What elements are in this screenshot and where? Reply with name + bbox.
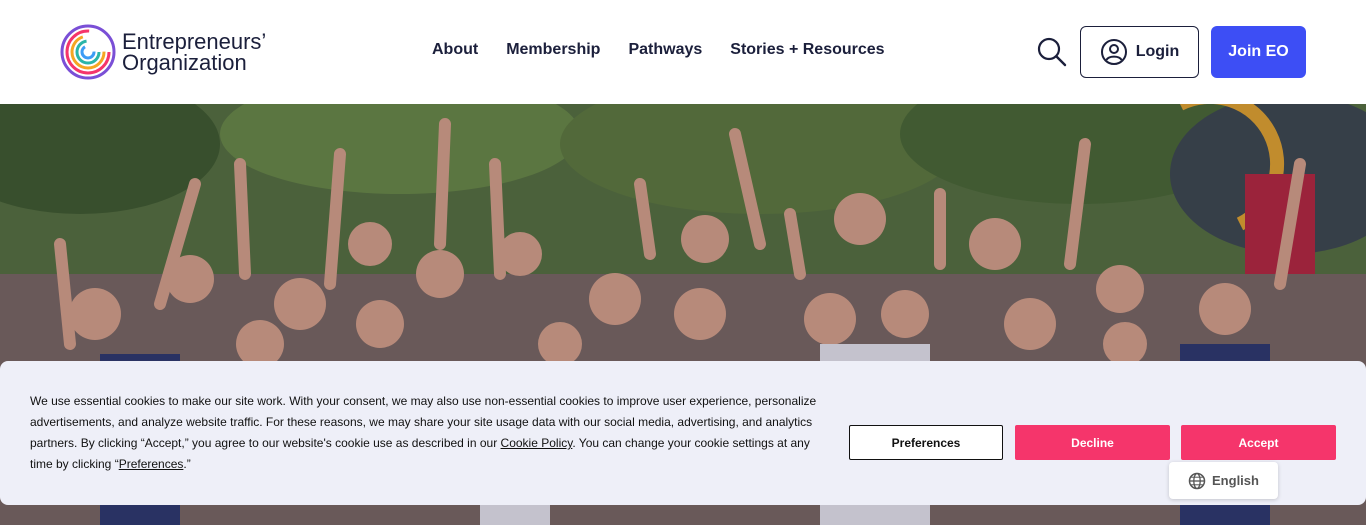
cookie-text-part3: .”: [183, 457, 191, 471]
login-button[interactable]: Login: [1080, 26, 1199, 78]
user-icon: [1100, 39, 1127, 65]
language-switcher[interactable]: English: [1169, 462, 1278, 499]
preferences-link[interactable]: Preferences: [119, 457, 184, 471]
login-label: Login: [1135, 43, 1180, 60]
main-nav: About Membership Pathways Stories + Reso…: [432, 41, 913, 59]
nav-about[interactable]: About: [432, 41, 478, 59]
logo-line1: Entrepreneurs’: [122, 29, 267, 54]
globe-icon: [1188, 472, 1206, 489]
logo-wordmark: Entrepreneurs’ Organization: [122, 29, 267, 75]
join-eo-button[interactable]: Join EO: [1211, 26, 1306, 78]
eo-logo-link[interactable]: Entrepreneurs’ Organization: [60, 24, 266, 80]
search-button[interactable]: [1036, 36, 1068, 68]
nav-stories-resources[interactable]: Stories + Resources: [730, 41, 884, 59]
cookie-policy-link[interactable]: Cookie Policy: [501, 436, 573, 450]
search-icon: [1037, 37, 1067, 67]
site-header: Entrepreneurs’ Organization About Member…: [0, 0, 1366, 104]
nav-membership[interactable]: Membership: [506, 41, 600, 59]
nav-pathways[interactable]: Pathways: [628, 41, 702, 59]
accept-button[interactable]: Accept: [1181, 425, 1336, 460]
cookie-message: We use essential cookies to make our sit…: [30, 391, 830, 475]
eo-logo-icon: [60, 24, 116, 80]
decline-button[interactable]: Decline: [1015, 425, 1170, 460]
cookie-banner: We use essential cookies to make our sit…: [0, 361, 1366, 505]
logo-line2: Organization: [122, 50, 247, 75]
language-label: English: [1212, 473, 1259, 488]
preferences-button[interactable]: Preferences: [849, 425, 1003, 460]
